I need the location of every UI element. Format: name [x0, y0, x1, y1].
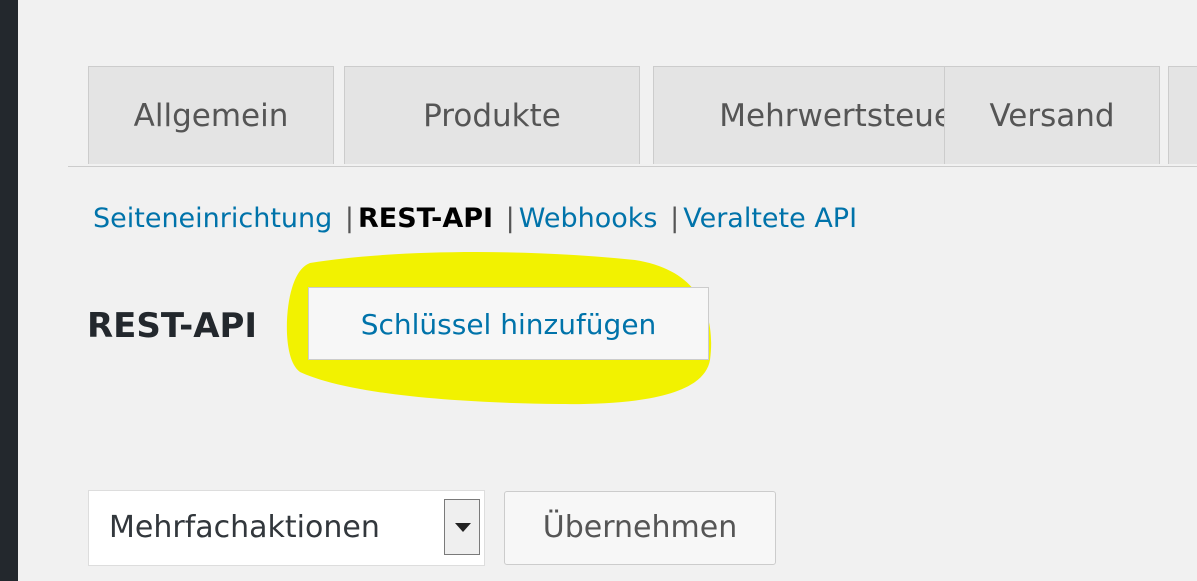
add-key-button[interactable]: Schlüssel hinzufügen — [308, 287, 709, 360]
tab-more[interactable] — [1168, 66, 1197, 164]
apply-button[interactable]: Übernehmen — [504, 491, 776, 565]
subnav-link-veraltete-api[interactable]: Veraltete API — [683, 203, 857, 234]
subnav-separator: | — [344, 203, 354, 234]
api-subnav: Seiteneinrichtung | REST-API | Webhooks | V… — [93, 197, 857, 241]
subnav-separator: | — [505, 203, 515, 234]
tab-produkte[interactable]: Produkte — [344, 66, 640, 164]
subnav-link-seiteneinrichtung[interactable]: Seiteneinrichtung — [93, 203, 332, 234]
bulk-actions-select[interactable]: Mehrfachaktionen — [88, 490, 485, 566]
admin-sidebar-edge — [0, 0, 18, 581]
tab-versand[interactable]: Versand — [944, 66, 1160, 164]
settings-tabs: Allgemein Produkte Mehrwertsteuer Versan… — [68, 66, 1197, 167]
page-title: REST-API — [87, 306, 258, 346]
bulk-actions-selected-value: Mehrfachaktionen — [109, 510, 380, 545]
subnav-current-rest-api: REST-API — [358, 203, 494, 234]
tab-allgemein[interactable]: Allgemein — [88, 66, 334, 164]
subnav-separator: | — [670, 203, 680, 234]
chevron-down-icon[interactable] — [444, 499, 480, 555]
subnav-link-webhooks[interactable]: Webhooks — [519, 203, 658, 234]
